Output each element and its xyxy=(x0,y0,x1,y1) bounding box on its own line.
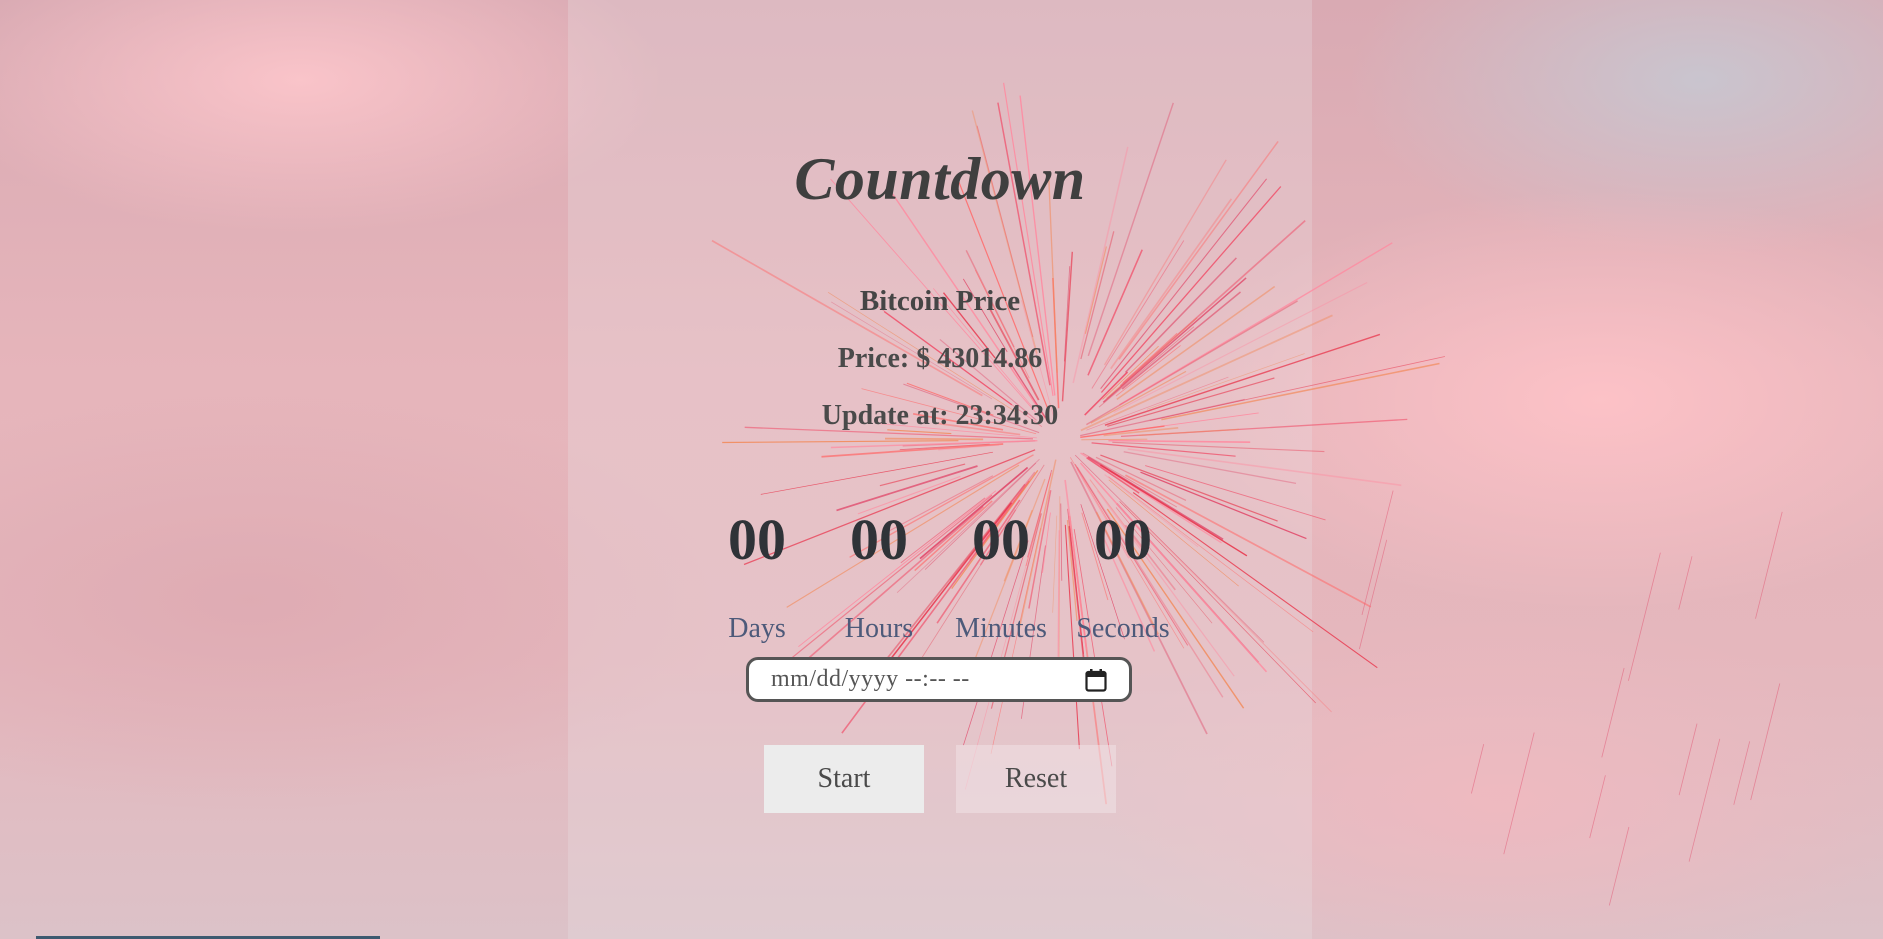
timer-minutes: 00 Minutes xyxy=(936,505,1066,645)
timer-seconds: 00 Seconds xyxy=(1058,505,1188,645)
hours-label: Hours xyxy=(844,613,914,644)
firework-streak xyxy=(1750,683,1781,801)
start-button[interactable]: Start xyxy=(764,745,924,813)
minutes-label: Minutes xyxy=(955,613,1047,644)
firework-streak xyxy=(1733,741,1751,805)
datetime-placeholder: mm/dd/yyyy --:-- -- xyxy=(771,666,970,692)
countdown-timer: 00 Days 00 Hours 00 Minutes 00 Seconds xyxy=(568,505,1312,644)
datetime-input[interactable]: mm/dd/yyyy --:-- -- xyxy=(746,657,1132,702)
firework-streak xyxy=(1755,511,1783,619)
firework-streak xyxy=(1589,775,1606,839)
seconds-value: 00 xyxy=(1094,507,1152,572)
days-value: 00 xyxy=(728,507,786,572)
minutes-value: 00 xyxy=(972,507,1030,572)
firework-streak xyxy=(1608,826,1630,906)
bitcoin-price: Price: $ 43014.86 xyxy=(837,343,1043,374)
timer-hours: 00 Hours xyxy=(814,505,944,645)
countdown-container: Countdown Bitcoin Price Price: $ 43014.8… xyxy=(568,0,1312,939)
firework-streak xyxy=(1678,723,1698,796)
firework-streak xyxy=(1688,738,1721,862)
seconds-label: Seconds xyxy=(1076,613,1170,644)
hours-value: 00 xyxy=(850,507,908,572)
firework-streak xyxy=(1503,732,1535,855)
firework-streak xyxy=(1628,552,1661,681)
bitcoin-heading: Bitcoin Price xyxy=(859,285,1021,317)
firework-streak xyxy=(1471,744,1485,794)
firework-streak xyxy=(1359,539,1388,650)
days-label: Days xyxy=(728,613,786,644)
reset-button[interactable]: Reset xyxy=(956,745,1116,813)
bitcoin-update-time: Update at: 23:34:30 xyxy=(821,400,1059,431)
timer-days: 00 Days xyxy=(692,505,822,645)
firework-streak xyxy=(1361,490,1394,615)
calendar-icon[interactable] xyxy=(1085,668,1107,692)
page-title: Countdown xyxy=(794,146,1086,212)
firework-streak xyxy=(1601,667,1625,758)
firework-streak xyxy=(1678,556,1693,610)
